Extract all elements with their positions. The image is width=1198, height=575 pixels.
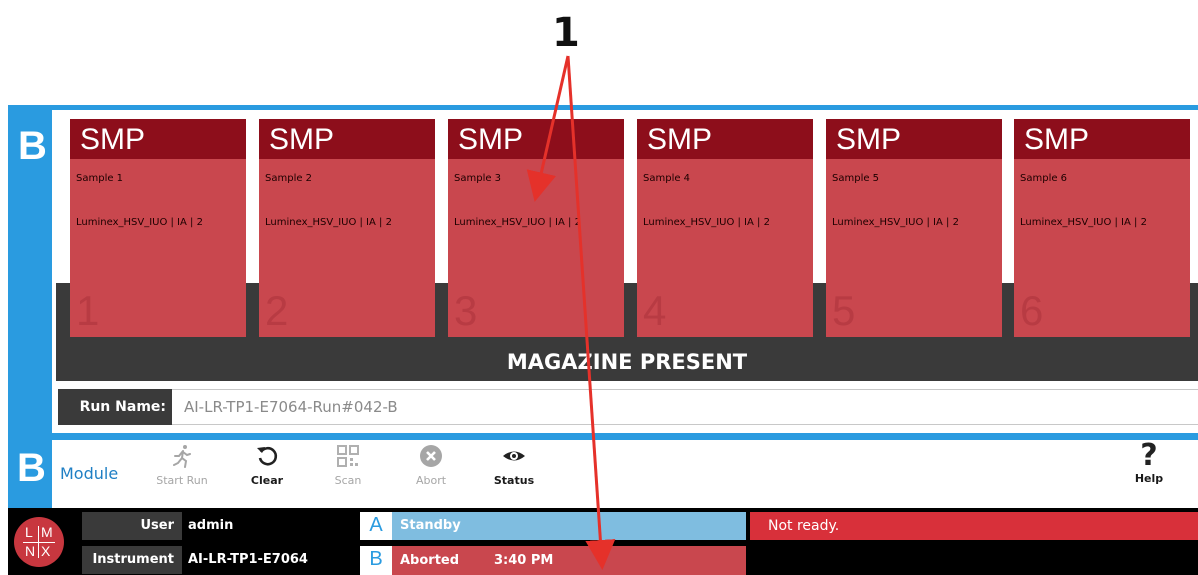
annotation-arrow-to-slot bbox=[526, 55, 570, 202]
annotation-arrow-to-status bbox=[566, 55, 616, 570]
annotation-arrows bbox=[526, 55, 616, 570]
